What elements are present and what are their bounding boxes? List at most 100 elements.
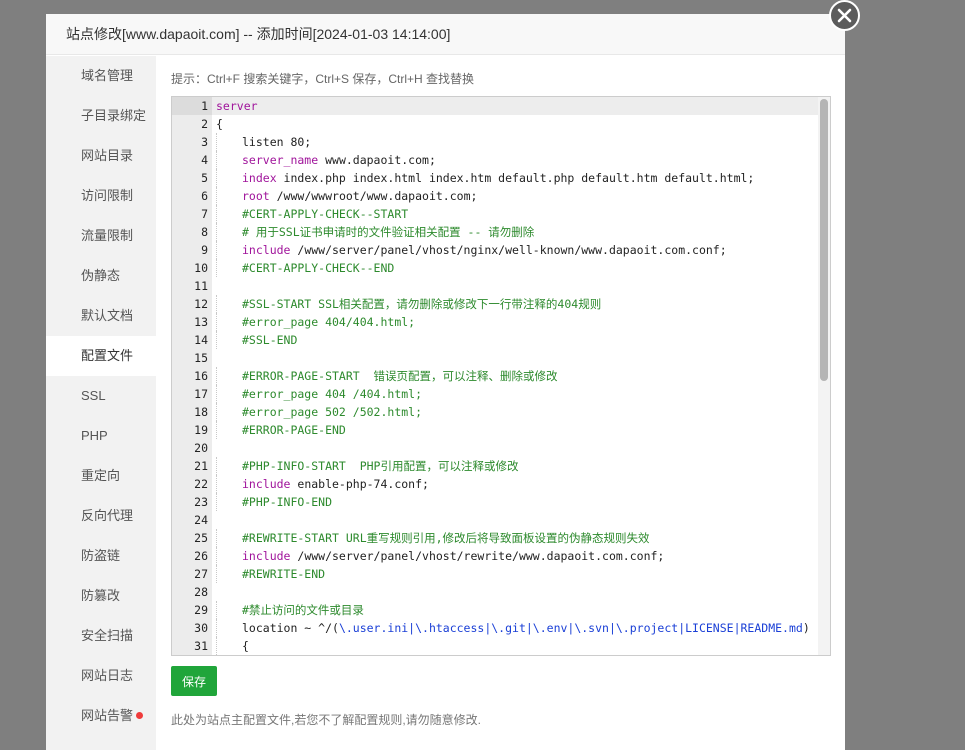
code-line[interactable]: 6 root /www/wwwroot/www.dapaoit.com; [172,187,818,205]
code-token: #CERT-APPLY-CHECK--END [242,261,395,275]
sidebar-item[interactable]: 安全扫描 [46,616,156,656]
code-line[interactable]: 16 #ERROR-PAGE-START 错误页配置，可以注释、删除或修改 [172,367,818,385]
sidebar-item[interactable]: 访问限制 [46,176,156,216]
sidebar-item[interactable]: 流量限制 [46,216,156,256]
indent-guide [216,529,242,547]
code-line[interactable]: 5 index index.php index.html index.htm de… [172,169,818,187]
line-number: 7 [201,207,208,221]
code-text: include /www/server/panel/vhost/rewrite/… [208,547,664,565]
code-line[interactable]: 1 server [172,97,818,115]
code-token: \.user.ini|\.htaccess|\.git|\.env|\.svn|… [338,621,803,635]
line-number: 15 [194,351,208,365]
indent-guide [216,619,242,637]
line-number: 17 [194,387,208,401]
code-line[interactable]: 25 #REWRITE-START URL重写规则引用,修改后将导致面板设置的伪静… [172,529,818,547]
sidebar-item-label: SSL [81,388,106,403]
code-text: server_name www.dapaoit.com; [208,151,436,169]
indent-guide [216,295,242,313]
code-line[interactable]: 8 # 用于SSL证书申请时的文件验证相关配置 -- 请勿删除 [172,223,818,241]
code-line[interactable]: 10 #CERT-APPLY-CHECK--END [172,259,818,277]
code-line[interactable]: 15 [172,349,818,367]
code-line[interactable]: 3 listen 80; [172,133,818,151]
sidebar-item[interactable]: 域名管理 [46,56,156,96]
sidebar-item[interactable]: 网站日志 [46,656,156,696]
sidebar-item[interactable]: 默认文档 [46,296,156,336]
line-number: 20 [194,441,208,455]
code-line[interactable]: 27 #REWRITE-END [172,565,818,583]
code-line[interactable]: 4 server_name www.dapaoit.com; [172,151,818,169]
sidebar-item[interactable]: 反向代理 [46,496,156,536]
line-number: 29 [194,603,208,617]
code-line[interactable]: 18 #error_page 502 /502.html; [172,403,818,421]
indent-guide [216,205,242,223]
code-line[interactable]: 11 [172,277,818,295]
indent-guide [216,457,242,475]
code-token: /www/server/panel/vhost/nginx/well-known… [290,243,727,257]
sidebar-item-label: 网站告警 [81,708,134,723]
sidebar-item[interactable]: SSL [46,376,156,416]
code-line[interactable]: 28 [172,583,818,601]
code-line[interactable]: 23 #PHP-INFO-END [172,493,818,511]
sidebar-item[interactable]: 防篡改 [46,576,156,616]
code-text: #PHP-INFO-START PHP引用配置，可以注释或修改 [208,457,518,475]
code-lines[interactable]: 1 server 2{3 listen 80; 4 server_name www.dap… [172,97,818,655]
code-token: #PHP-INFO-START PHP引用配置，可以注释或修改 [242,459,519,473]
code-line[interactable]: 24 [172,511,818,529]
code-line[interactable]: 17 #error_page 404 /404.html; [172,385,818,403]
code-line[interactable]: 30 location ~ ^/(\.user.ini|\.htaccess|\.… [172,619,818,637]
sidebar-item[interactable]: 防盗链 [46,536,156,576]
line-number: 25 [194,531,208,545]
close-modal-button[interactable] [829,0,860,31]
code-line[interactable]: 2{ [172,115,818,133]
sidebar-item[interactable]: 网站目录 [46,136,156,176]
code-line[interactable]: 21 #PHP-INFO-START PHP引用配置，可以注释或修改 [172,457,818,475]
code-token: listen 80; [242,135,312,149]
sidebar-item[interactable]: PHP [46,416,156,456]
save-button[interactable]: 保存 [171,666,217,696]
code-line[interactable]: 13 #error_page 404/404.html; [172,313,818,331]
code-token: index [242,171,277,185]
sidebar-item[interactable]: 网站告警 [46,696,156,736]
line-number: 4 [201,153,208,167]
sidebar-item[interactable]: 伪静态 [46,256,156,296]
line-number: 9 [201,243,208,257]
sidebar-item[interactable]: 重定向 [46,456,156,496]
code-line[interactable]: 29 #禁止访问的文件或目录 [172,601,818,619]
editor-scroll-thumb[interactable] [820,99,828,381]
sidebar-item[interactable]: 子目录绑定 [46,96,156,136]
line-number: 6 [201,189,208,203]
indent-guide [216,169,242,187]
sidebar-item[interactable]: 配置文件 [46,336,156,376]
code-line[interactable]: 12 #SSL-START SSL相关配置，请勿删除或修改下一行带注释的404规则 [172,295,818,313]
code-line[interactable]: 22 include enable-php-74.conf; [172,475,818,493]
editor-scrollbar[interactable] [818,97,830,655]
line-number: 13 [194,315,208,329]
code-text: #error_page 502 /502.html; [208,403,422,421]
code-token: #禁止访问的文件或目录 [242,603,364,617]
sidebar-item-label: 防盗链 [81,548,121,563]
modal-header: 站点修改[www.dapaoit.com] -- 添加时间[2024-01-03… [46,14,845,55]
code-text: #REWRITE-END [208,565,325,583]
line-number: 23 [194,495,208,509]
code-editor[interactable]: 1 server 2{3 listen 80; 4 server_name www.dap… [171,96,831,656]
code-line[interactable]: 19 #ERROR-PAGE-END [172,421,818,439]
indent-guide [216,313,242,331]
line-number: 8 [201,225,208,239]
code-line[interactable]: 31 { [172,637,818,655]
code-line[interactable]: 14 #SSL-END [172,331,818,349]
code-text: #PHP-INFO-END [208,493,332,511]
code-text: location ~ ^/(\.user.ini|\.htaccess|\.gi… [208,619,810,637]
code-text: server [212,97,258,115]
sidebar-item-label: 安全扫描 [81,628,134,643]
code-token: # 用于SSL证书申请时的文件验证相关配置 -- 请勿删除 [242,225,535,239]
indent-guide [216,475,242,493]
code-line[interactable]: 7 #CERT-APPLY-CHECK--START [172,205,818,223]
code-line[interactable]: 20 [172,439,818,457]
line-number: 19 [194,423,208,437]
code-line[interactable]: 9 include /www/server/panel/vhost/nginx/w… [172,241,818,259]
sidebar-item-label: 配置文件 [81,348,134,363]
code-line[interactable]: 26 include /www/server/panel/vhost/rewrit… [172,547,818,565]
